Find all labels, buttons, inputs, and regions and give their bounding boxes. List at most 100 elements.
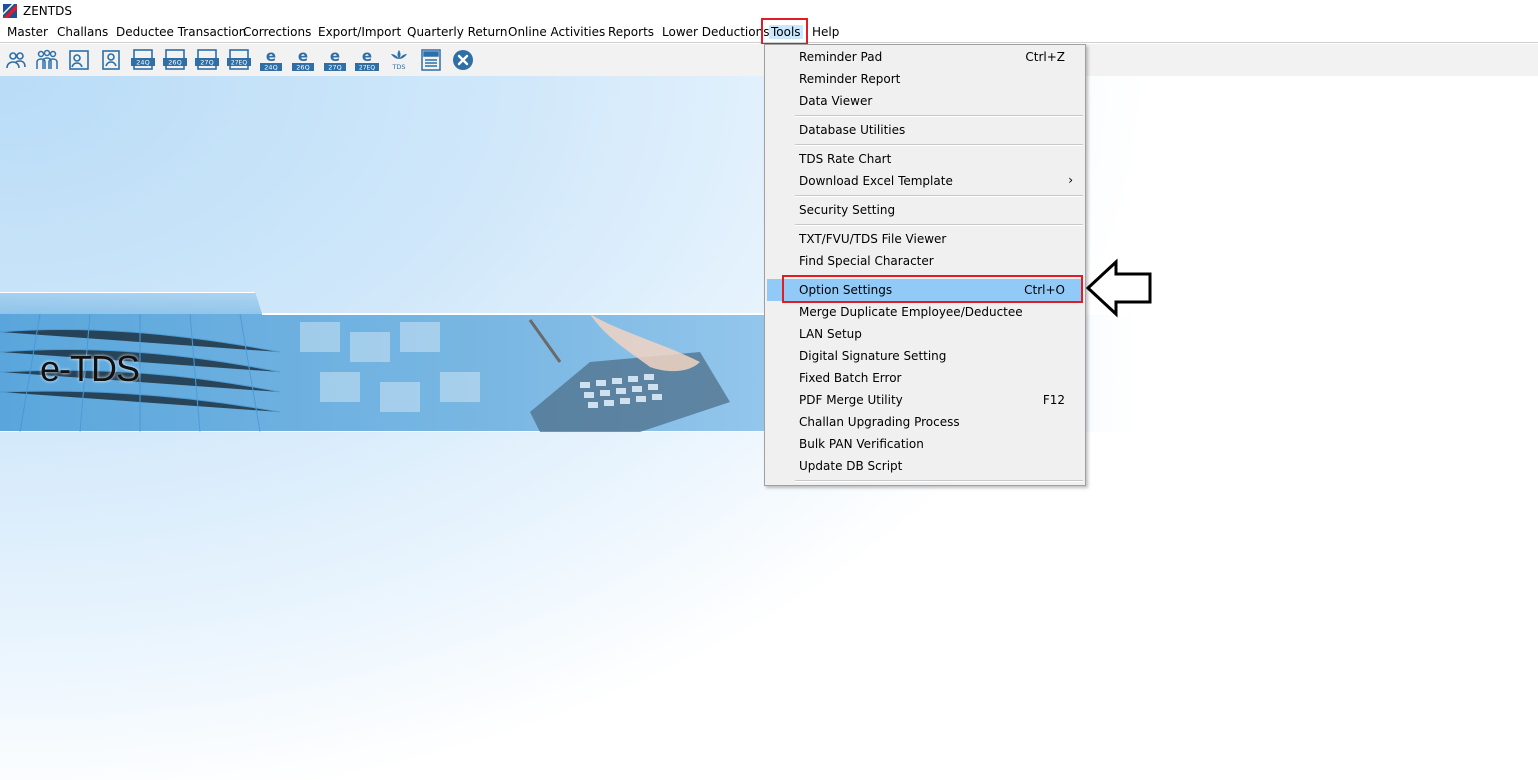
menu-item-pdf-merge-utility[interactable]: PDF Merge Utility F12 <box>767 389 1083 411</box>
form-27eq-icon: 27EQ <box>227 49 251 70</box>
menu-challans[interactable]: Challans <box>57 25 108 39</box>
menu-separator <box>795 144 1083 146</box>
toolbar-label-27eq: 27EQ <box>231 60 247 67</box>
etds-27eq-icon: e 27EQ <box>355 48 379 72</box>
etds-27eq-button[interactable]: e 27EQ <box>354 48 380 72</box>
menu-item-label: Database Utilities <box>799 123 906 137</box>
menu-item-database-utilities[interactable]: Database Utilities <box>767 119 1083 141</box>
menu-item-label: TDS Rate Chart <box>799 152 892 166</box>
menu-item-lan-setup[interactable]: LAN Setup <box>767 323 1083 345</box>
document-icon <box>421 49 441 71</box>
tools-dropdown-menu: Reminder Pad Ctrl+Z Reminder Report Data… <box>764 44 1086 486</box>
menu-item-security-setting[interactable]: Security Setting <box>767 199 1083 221</box>
menu-item-label: Reminder Report <box>799 72 901 86</box>
menu-item-data-viewer[interactable]: Data Viewer <box>767 90 1083 112</box>
menu-separator <box>795 480 1083 482</box>
toolbar-label-e24q: 24Q <box>264 64 277 72</box>
menu-item-label: Merge Duplicate Employee/Deductee <box>799 305 1023 319</box>
menu-item-label: Challan Upgrading Process <box>799 415 960 429</box>
user-form-button[interactable] <box>98 48 124 72</box>
etds-27q-button[interactable]: e 27Q <box>322 48 348 72</box>
menu-export-import[interactable]: Export/Import <box>318 25 401 39</box>
toolbar-label-e27q: 27Q <box>328 64 341 72</box>
menu-item-label: PDF Merge Utility <box>799 393 903 407</box>
svg-text:e: e <box>298 48 308 65</box>
menu-master[interactable]: Master <box>7 25 48 39</box>
menu-separator <box>795 195 1083 197</box>
users-icon <box>6 52 26 69</box>
menu-item-tds-rate-chart[interactable]: TDS Rate Chart <box>767 148 1083 170</box>
menu-item-update-db-script[interactable]: Update DB Script <box>767 455 1083 477</box>
menu-item-reminder-report[interactable]: Reminder Report <box>767 68 1083 90</box>
menu-item-reminder-pad[interactable]: Reminder Pad Ctrl+Z <box>767 46 1083 68</box>
etds-26q-icon: e 26Q <box>292 48 314 72</box>
menu-item-label: Fixed Batch Error <box>799 371 902 385</box>
svg-text:e: e <box>266 48 276 65</box>
app-logo-icon <box>3 4 17 18</box>
menu-item-label: Bulk PAN Verification <box>799 437 924 451</box>
etds-24q-button[interactable]: e 24Q <box>258 48 284 72</box>
form-27eq-button[interactable]: 27EQ <box>226 48 252 72</box>
menu-corrections[interactable]: Corrections <box>243 25 311 39</box>
menu-item-download-excel-template[interactable]: Download Excel Template › <box>767 170 1083 192</box>
menu-item-shortcut: Ctrl+Z <box>1025 50 1065 64</box>
close-icon <box>453 50 473 70</box>
user-form-icon <box>102 50 120 70</box>
form-27q-button[interactable]: 27Q <box>194 48 220 72</box>
menu-reports[interactable]: Reports <box>608 25 654 39</box>
tds-button[interactable]: TDS <box>386 48 412 72</box>
menu-item-file-viewer[interactable]: TXT/FVU/TDS File Viewer <box>767 228 1083 250</box>
toolbar-label-26q: 26Q <box>168 59 181 67</box>
form-24q-button[interactable]: 24Q <box>130 48 156 72</box>
group-icon <box>36 49 58 69</box>
menu-item-label: TXT/FVU/TDS File Viewer <box>799 232 947 246</box>
form-26q-icon: 26Q <box>163 49 187 70</box>
left-pointer-arrow-icon <box>1086 258 1152 318</box>
banner-title: e-TDS <box>40 348 140 389</box>
toolbar-label-27q: 27Q <box>200 59 213 67</box>
user-card-icon <box>69 50 89 70</box>
menu-item-challan-upgrading-process[interactable]: Challan Upgrading Process <box>767 411 1083 433</box>
deductor-button[interactable] <box>66 48 92 72</box>
app-title: ZENTDS <box>23 4 72 18</box>
form-27q-icon: 27Q <box>195 49 219 70</box>
tds-lotus-icon: TDS <box>391 50 407 71</box>
option-settings-highlight <box>782 275 1083 303</box>
menu-item-label: Find Special Character <box>799 254 934 268</box>
menu-item-label: Digital Signature Setting <box>799 349 947 363</box>
toolbar-label-e27eq: 27EQ <box>359 65 375 72</box>
etds-26q-button[interactable]: e 26Q <box>290 48 316 72</box>
menu-deductee-transaction[interactable]: Deductee Transaction <box>116 25 246 39</box>
tools-menu-highlight <box>761 18 808 45</box>
chevron-right-icon: › <box>1068 173 1073 187</box>
menu-lower-deductions[interactable]: Lower Deductions <box>662 25 769 39</box>
toolbar-label-24q: 24Q <box>136 59 149 67</box>
document-button[interactable] <box>418 48 444 72</box>
menu-quarterly-return[interactable]: Quarterly Return <box>407 25 507 39</box>
deductee-master-button[interactable] <box>34 48 60 72</box>
toolbar-label-e26q: 26Q <box>296 64 309 72</box>
employee-master-button[interactable] <box>3 48 29 72</box>
menu-item-label: Security Setting <box>799 203 896 217</box>
menu-separator <box>795 115 1083 117</box>
menu-item-find-special-character[interactable]: Find Special Character <box>767 250 1083 272</box>
menu-online-activities[interactable]: Online Activities <box>508 25 605 39</box>
menu-item-label: Reminder Pad <box>799 50 883 64</box>
form-24q-icon: 24Q <box>131 49 155 70</box>
menu-item-shortcut: F12 <box>1042 393 1065 407</box>
menu-item-bulk-pan-verification[interactable]: Bulk PAN Verification <box>767 433 1083 455</box>
menu-item-label: Download Excel Template <box>799 174 953 188</box>
menu-item-digital-signature-setting[interactable]: Digital Signature Setting <box>767 345 1083 367</box>
menu-help[interactable]: Help <box>812 25 839 39</box>
etds-27q-icon: e 27Q <box>324 48 346 72</box>
menu-item-label: LAN Setup <box>799 327 862 341</box>
menu-item-merge-duplicate[interactable]: Merge Duplicate Employee/Deductee <box>767 301 1083 323</box>
toolbar-label-tds: TDS <box>391 63 405 71</box>
svg-text:e: e <box>362 48 372 65</box>
etds-24q-icon: e 24Q <box>260 48 282 72</box>
form-26q-button[interactable]: 26Q <box>162 48 188 72</box>
exit-button[interactable] <box>450 48 476 72</box>
menu-item-label: Data Viewer <box>799 94 873 108</box>
menu-item-fixed-batch-error[interactable]: Fixed Batch Error <box>767 367 1083 389</box>
menu-item-label: Update DB Script <box>799 459 903 473</box>
